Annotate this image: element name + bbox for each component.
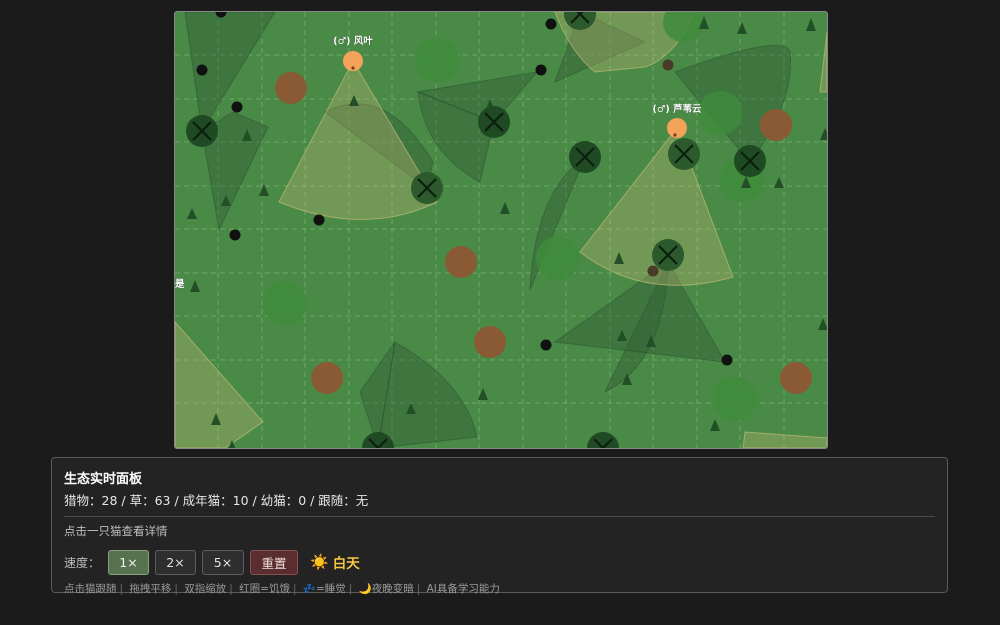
den-icon <box>478 106 510 138</box>
prey-dot <box>721 354 733 366</box>
speed-label: 速度： <box>64 555 101 570</box>
den-icon <box>186 115 218 147</box>
cat-label: (♂) 风叶 <box>333 35 373 47</box>
prey-dot <box>647 265 659 277</box>
panel-title: 生态实时面板 <box>64 472 143 487</box>
prey-dot <box>540 339 552 351</box>
prey-dot <box>313 214 325 226</box>
speed-5x-button[interactable]: 5× <box>202 549 245 575</box>
speed-2x-button[interactable]: 2× <box>155 549 197 575</box>
panel-divider <box>64 516 935 517</box>
day-night-indicator: ☀️ 白天 <box>310 552 360 572</box>
panel-hint: 点击一只猫查看详情 <box>64 524 168 538</box>
cat-luweiyun[interactable]: (♂) 芦苇云 <box>652 103 702 138</box>
map-canvas[interactable]: (♂) 风叶 (♂) 芦苇云 是 <box>175 12 827 448</box>
ecosystem-stats: 猎物：28 / 草：63 / 成年猫：10 / 幼猫：0 / 跟随：无 <box>64 493 369 508</box>
prey-dot <box>535 64 547 76</box>
edge-cat-label: 是 <box>175 278 185 290</box>
legend-item: 双指缩放 <box>184 583 227 595</box>
den-icon <box>734 145 766 177</box>
legend-item: 红圈=饥饿 <box>239 583 290 595</box>
prey-dot <box>229 229 241 241</box>
cat-fengye[interactable]: (♂) 风叶 <box>333 35 373 71</box>
legend-item: AI具备学习能力 <box>426 583 500 595</box>
den-icon <box>652 239 684 271</box>
day-label: 白天 <box>332 556 360 572</box>
speed-1x-button[interactable]: 1× <box>108 549 150 575</box>
reset-button[interactable]: 重置 <box>250 549 299 575</box>
speed-controls: 速度： 1× 2× 5× 重置 ☀️ 白天 <box>64 549 935 575</box>
den-icon <box>587 432 619 448</box>
legend: 点击猫跟随 | 拖拽平移 | 双指缩放 | 红圈=饥饿 | 💤=睡觉 | 🌙夜晚变暗 | A… <box>64 583 500 595</box>
legend-item: 拖拽平移 <box>129 583 172 595</box>
prey-dot <box>196 64 208 76</box>
prey-dot <box>545 18 557 30</box>
den-icon <box>668 138 700 170</box>
sun-icon: ☀️ <box>310 553 329 571</box>
den-icon <box>569 141 601 173</box>
ecosystem-map[interactable]: (♂) 风叶 (♂) 芦苇云 是 <box>174 11 828 449</box>
den-icon <box>411 172 443 204</box>
ecosystem-panel: 生态实时面板 猎物：28 / 草：63 / 成年猫：10 / 幼猫：0 / 跟随… <box>51 457 948 595</box>
legend-item: 🌙夜晚变暗 <box>358 583 414 595</box>
cat-body <box>667 118 687 138</box>
legend-item: 点击猫跟随 <box>64 583 117 595</box>
prey-dot <box>231 101 243 113</box>
prey-dot <box>662 59 674 71</box>
cat-label: (♂) 芦苇云 <box>652 103 702 115</box>
legend-item: 💤=睡觉 <box>302 583 346 595</box>
